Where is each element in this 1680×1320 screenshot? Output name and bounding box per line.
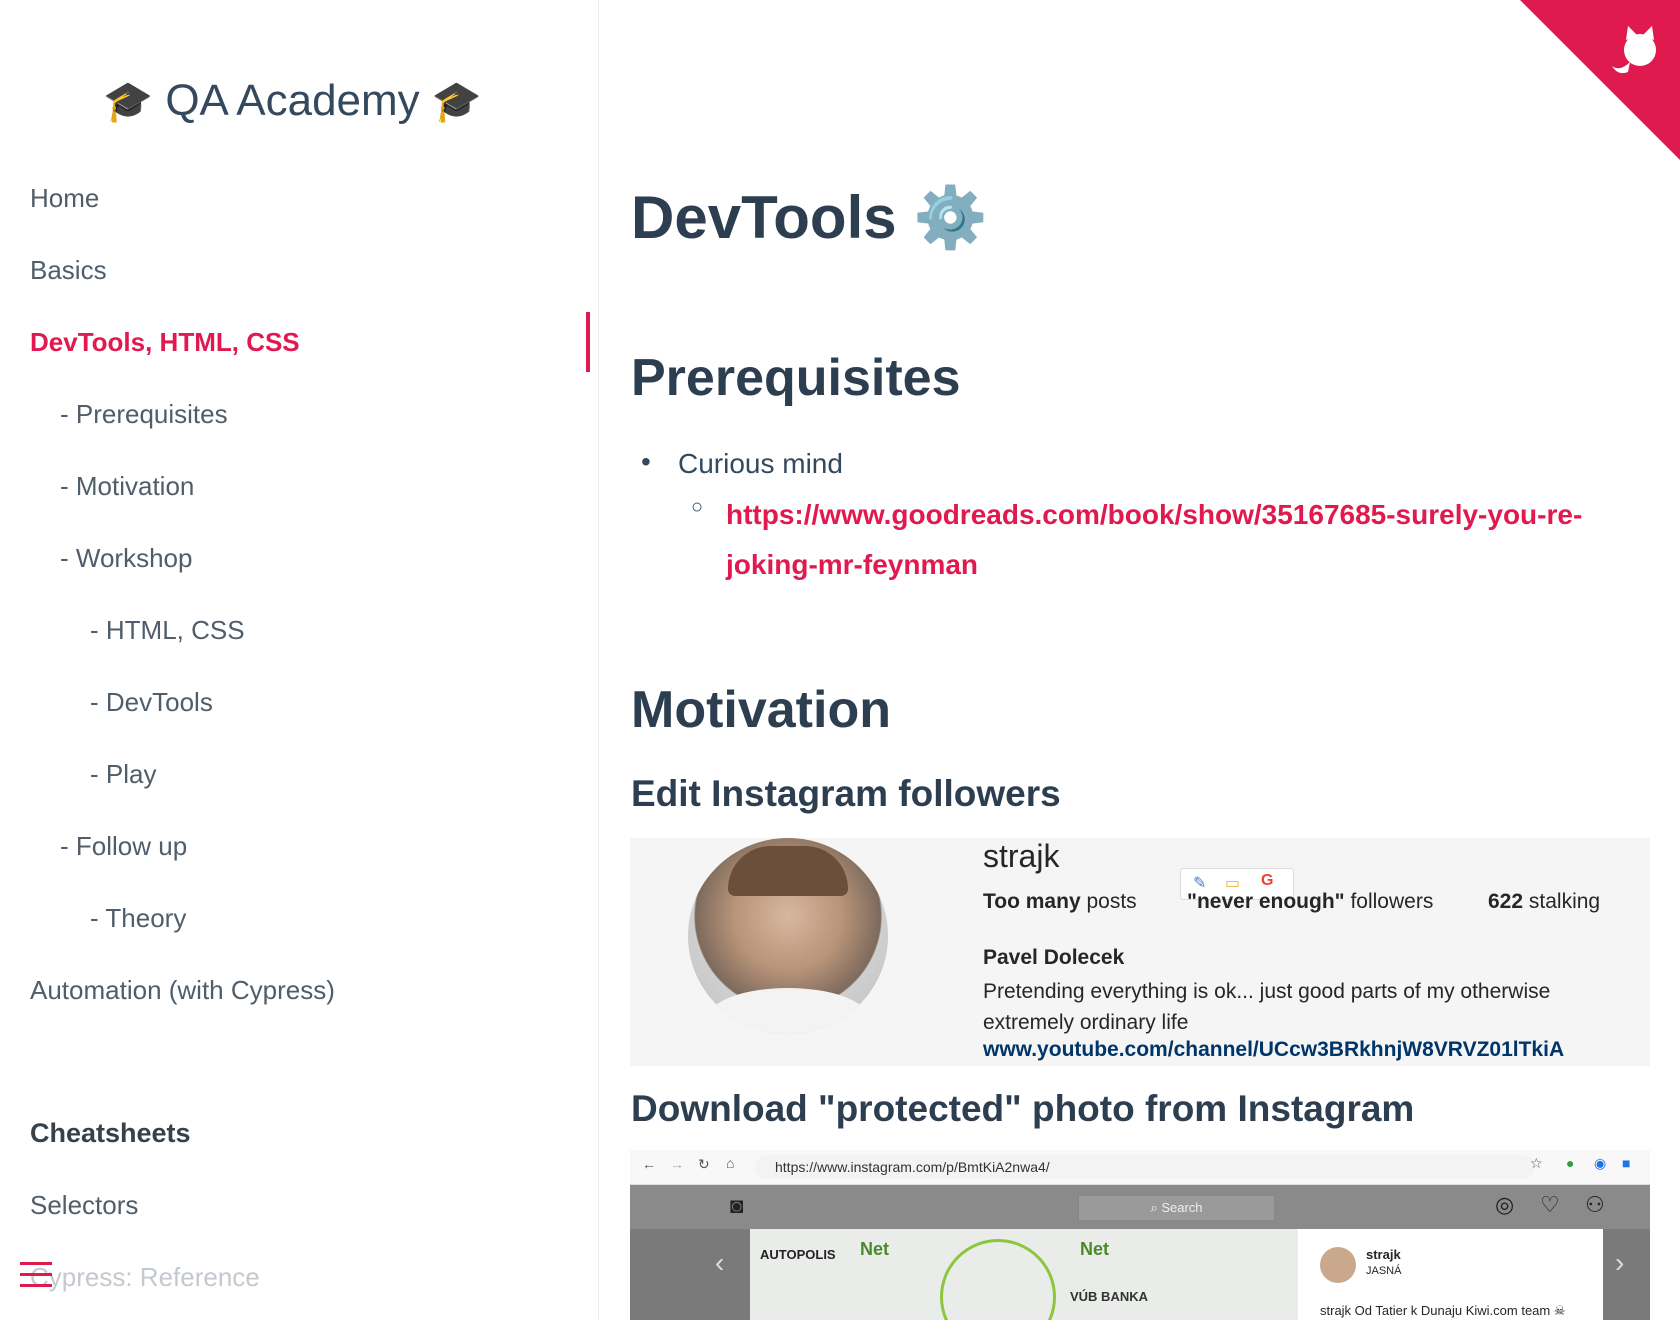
ig-posts-stat: Too many posts — [983, 890, 1137, 913]
ig-bio: Pretending everything is ok... just good… — [983, 980, 1551, 1034]
sponsor-logo: Net — [860, 1239, 890, 1259]
instagram-topbar: ◙ ⌕ Search ◎ ♡ ⚇ — [630, 1185, 1650, 1229]
main-content: DevTools ⚙️ Prerequisites • Curious mind… — [599, 0, 1680, 1320]
sidebar-item-home[interactable]: Home — [30, 183, 99, 214]
extension-icon: ■ — [1622, 1155, 1631, 1171]
heading-prerequisites: Prerequisites — [631, 349, 961, 407]
ig-username: strajk — [983, 838, 1060, 874]
heading-motivation: Motivation — [631, 681, 891, 739]
sponsor-logo: AUTOPOLIS — [760, 1247, 836, 1262]
graduation-cap-icon: 🎓 — [431, 80, 482, 124]
sub-bullet-circle: ○ — [691, 496, 704, 518]
page-title: DevTools ⚙️ — [631, 182, 988, 253]
home-icon: ⌂ — [726, 1155, 735, 1171]
compass-icon: ◎ — [1495, 1192, 1515, 1217]
sidebar-item-theory[interactable]: - Theory — [90, 903, 186, 934]
bullet-dot: • — [641, 446, 651, 477]
sidebar-item-basics[interactable]: Basics — [30, 255, 107, 286]
post-photo: AUTOPOLIS Net Net VÚB BANKA — [750, 1229, 1298, 1320]
reload-icon: ↻ — [698, 1156, 710, 1172]
star-icon: ☆ — [1530, 1155, 1543, 1171]
post-sidebar: strajk JASNÁ strajk Od Tatier k Dunaju K… — [1298, 1229, 1603, 1320]
google-icon: G — [1261, 872, 1274, 889]
event-logo — [940, 1239, 1056, 1320]
sidebar-item-motivation[interactable]: - Motivation — [60, 471, 194, 502]
app-name[interactable]: 🎓 QA Academy 🎓 — [0, 76, 585, 126]
sidebar-item-selectors[interactable]: Selectors — [30, 1190, 138, 1221]
ig-following-stat: 622 stalking — [1488, 890, 1601, 913]
sidebar-item-prerequisites[interactable]: - Prerequisites — [60, 399, 228, 430]
goodreads-link[interactable]: https://www.goodreads.com/book/show/3516… — [726, 490, 1606, 590]
ig-full-name: Pavel Dolecek — [983, 946, 1125, 969]
instagram-page: ◙ ⌕ Search ◎ ♡ ⚇ AUTOPOLIS Net Net VÚB B… — [630, 1185, 1650, 1320]
avatar — [688, 838, 888, 1034]
profile-icon: ⚇ — [1585, 1192, 1605, 1217]
forward-icon: → — [670, 1156, 684, 1172]
post-username: strajk — [1366, 1247, 1401, 1262]
ig-followers-stat: "never enough" followers — [1187, 890, 1434, 913]
previous-arrow-icon: ‹ — [715, 1247, 725, 1278]
page-title-text: DevTools — [631, 184, 897, 251]
sidebar-item-automation[interactable]: Automation (with Cypress) — [30, 975, 335, 1006]
heading-edit-followers: Edit Instagram followers — [631, 773, 1061, 814]
extension-icon: ● — [1566, 1155, 1575, 1171]
sidebar-item-html-css[interactable]: - HTML, CSS — [90, 615, 245, 646]
github-corner-icon[interactable] — [1520, 0, 1680, 160]
sidebar-item-workshop[interactable]: - Workshop — [60, 543, 192, 574]
sidebar-item-follow-up[interactable]: - Follow up — [60, 831, 187, 862]
instagram-profile-image: strajk ✎ ▭ G Too many posts "never enoug… — [630, 838, 1650, 1066]
gear-icon: ⚙️ — [913, 184, 988, 251]
app-title: QA Academy — [165, 76, 420, 125]
post-location: JASNÁ — [1366, 1265, 1402, 1277]
menu-toggle-button[interactable] — [20, 1262, 52, 1292]
instagram-post-image: ← → ↻ ⌂ https://www.instagram.com/p/BmtK… — [630, 1150, 1650, 1320]
browser-url: https://www.instagram.com/p/BmtKiA2nwa4/ — [755, 1155, 1535, 1179]
extension-icon: ◉ — [1594, 1155, 1607, 1171]
prereq-item: Curious mind — [678, 448, 843, 479]
graduation-cap-icon: 🎓 — [103, 80, 154, 124]
active-indicator — [586, 312, 590, 372]
avatar — [1320, 1247, 1356, 1283]
sidebar-item-play[interactable]: - Play — [90, 759, 156, 790]
sidebar-section-cheatsheets: Cheatsheets — [30, 1118, 191, 1148]
next-arrow-icon: › — [1615, 1247, 1625, 1278]
sponsor-logo: VÚB BANKA — [1070, 1289, 1148, 1304]
sidebar: 🎓 QA Academy 🎓 Home Basics DevTools, HTM… — [0, 0, 599, 1320]
back-icon: ← — [642, 1156, 656, 1172]
sidebar-item-devtools[interactable]: - DevTools — [90, 687, 213, 718]
hamburger-icon — [20, 1262, 52, 1265]
sidebar-item-devtools-html-css[interactable]: DevTools, HTML, CSS — [30, 327, 300, 358]
sponsor-logo: Net — [1080, 1239, 1110, 1259]
instagram-logo-icon: ◙ — [730, 1193, 744, 1218]
heading-download-photo: Download "protected" photo from Instagra… — [631, 1088, 1415, 1129]
heart-icon: ♡ — [1540, 1192, 1560, 1217]
post-caption: strajk Od Tatier k Dunaju Kiwi.com team … — [1320, 1303, 1566, 1318]
browser-toolbar: ← → ↻ ⌂ https://www.instagram.com/p/BmtK… — [630, 1150, 1650, 1185]
ig-profile-link: www.youtube.com/channel/UCcw3BRkhnjW8VRV… — [983, 1038, 1565, 1061]
sidebar-item-cypress-reference[interactable]: Cypress: Reference — [30, 1262, 260, 1293]
ig-search: ⌕ Search — [1078, 1195, 1275, 1221]
